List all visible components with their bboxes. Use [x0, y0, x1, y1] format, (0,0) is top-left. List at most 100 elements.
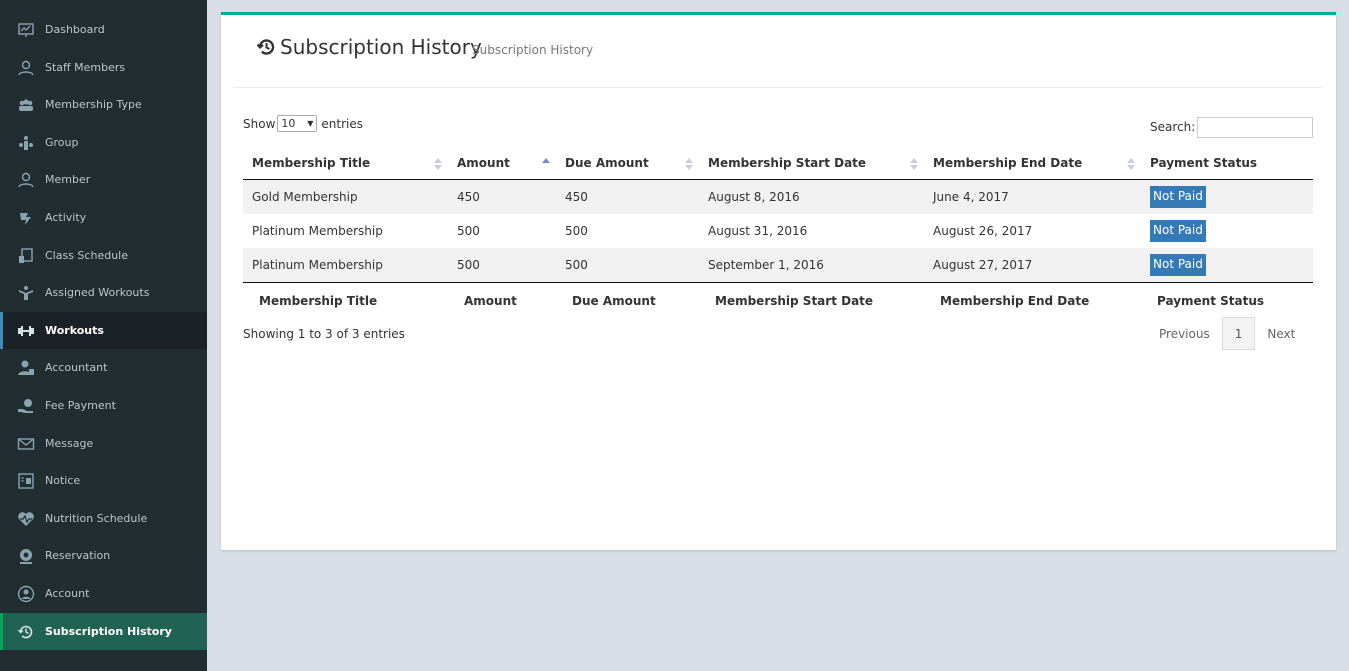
activity-icon — [17, 209, 35, 227]
sidebar-item-subscription-history[interactable]: Subscription History — [0, 613, 207, 650]
sort-icon — [1127, 158, 1135, 170]
cell-start-date: August 31, 2016 — [708, 224, 808, 238]
status-badge: Not Paid — [1150, 220, 1206, 242]
sidebar-item-fee-payment[interactable]: Fee Payment — [0, 387, 207, 424]
assigned-workouts-icon — [17, 284, 35, 302]
cell-end-date: June 4, 2017 — [933, 190, 1009, 204]
sidebar-item-message[interactable]: Message — [0, 425, 207, 462]
sidebar-item-membership-type[interactable]: Membership Type — [0, 86, 207, 123]
page-1-button[interactable]: 1 — [1221, 317, 1256, 350]
sidebar-item-activity[interactable]: Activity — [0, 199, 207, 236]
staff-icon — [17, 59, 35, 77]
column-label: Membership End Date — [933, 156, 1083, 170]
sidebar-item-accountant[interactable]: Accountant — [0, 349, 207, 386]
column-label: Due Amount — [565, 156, 649, 170]
class-schedule-icon — [17, 247, 35, 265]
sidebar-item-workouts[interactable]: Workouts — [0, 312, 207, 349]
entries-label: entries — [321, 116, 363, 131]
entries-control: Show 10 ▼ entries — [243, 115, 363, 132]
sidebar-item-account[interactable]: Account — [0, 575, 207, 612]
column-header-payment-status[interactable]: Payment Status — [1141, 147, 1313, 180]
sidebar-item-label: Notice — [45, 474, 81, 487]
sidebar-item-label: Staff Members — [45, 61, 126, 74]
sidebar-item-staff-members[interactable]: Staff Members — [0, 49, 207, 86]
footer-end-date: Membership End Date — [924, 282, 1141, 318]
column-header-end-date[interactable]: Membership End Date — [924, 147, 1141, 180]
sidebar-item-group[interactable]: Group — [0, 124, 207, 161]
cell-payment-status: Not Paid — [1141, 180, 1313, 215]
sidebar-item-label: Fee Payment — [45, 399, 116, 412]
cell-due-amount: 500 — [565, 224, 588, 238]
notice-icon — [17, 472, 35, 490]
cell-payment-status: Not Paid — [1141, 214, 1313, 248]
sort-icon — [910, 158, 918, 170]
show-label: Show — [243, 116, 276, 131]
column-header-start-date[interactable]: Membership Start Date — [699, 147, 924, 180]
table-row: Platinum Membership 500 500 August 31, 2… — [243, 214, 1313, 248]
sidebar-item-label: Message — [45, 437, 94, 450]
entries-value: 10 — [281, 117, 296, 130]
cell-start-date: August 8, 2016 — [708, 190, 800, 204]
workouts-icon — [17, 322, 35, 340]
footer-due-amount: Due Amount — [556, 282, 699, 318]
entries-select[interactable]: 10 ▼ — [277, 115, 318, 132]
page-title: Subscription History — [280, 35, 482, 59]
status-badge: Not Paid — [1150, 254, 1206, 276]
page-subtitle: Subscription History — [472, 43, 594, 57]
cell-membership-title: Platinum Membership — [252, 224, 383, 238]
cell-membership-title: Platinum Membership — [252, 258, 383, 272]
cell-due-amount: 450 — [565, 190, 588, 204]
sidebar-item-label: Nutrition Schedule — [45, 512, 148, 525]
cell-amount: 450 — [457, 190, 480, 204]
sidebar-item-label: Workouts — [45, 324, 104, 337]
footer-start-date: Membership Start Date — [699, 282, 924, 318]
sidebar-item-label: Reservation — [45, 549, 111, 562]
status-badge: Not Paid — [1150, 186, 1206, 208]
group-icon — [17, 134, 35, 152]
subscription-history-icon — [17, 623, 35, 641]
dashboard-icon — [17, 21, 35, 39]
column-label: Amount — [457, 156, 510, 170]
sidebar-item-assigned-workouts[interactable]: Assigned Workouts — [0, 274, 207, 311]
sidebar-item-label: Assigned Workouts — [45, 286, 150, 299]
sidebar-item-class-schedule[interactable]: Class Schedule — [0, 237, 207, 274]
column-header-amount[interactable]: Amount — [448, 147, 556, 180]
sidebar-item-label: Accountant — [45, 361, 108, 374]
chevron-down-icon: ▼ — [307, 119, 314, 128]
history-icon — [255, 36, 277, 58]
cell-end-date: August 27, 2017 — [933, 258, 1033, 272]
sidebar-item-notice[interactable]: Notice — [0, 462, 207, 499]
search-input[interactable] — [1197, 117, 1313, 138]
sidebar-item-reservation[interactable]: Reservation — [0, 537, 207, 574]
next-button[interactable]: Next — [1255, 317, 1307, 350]
sidebar-item-member[interactable]: Member — [0, 161, 207, 198]
sort-ascending-icon — [542, 158, 550, 163]
sidebar-item-dashboard[interactable]: Dashboard — [0, 11, 207, 48]
membership-icon — [17, 96, 35, 114]
subscription-table: Membership Title Amount Due Amount Membe… — [243, 147, 1313, 318]
table-header-row: Membership Title Amount Due Amount Membe… — [243, 147, 1313, 180]
nutrition-icon — [17, 510, 35, 528]
column-header-due-amount[interactable]: Due Amount — [556, 147, 699, 180]
content-box: Subscription History Subscription Histor… — [221, 12, 1336, 550]
column-header-membership-title[interactable]: Membership Title — [243, 147, 448, 180]
sidebar-item-label: Dashboard — [45, 23, 105, 36]
column-label: Payment Status — [1150, 156, 1258, 170]
footer-payment-status: Payment Status — [1141, 282, 1313, 318]
cell-due-amount: 500 — [565, 258, 588, 272]
fee-payment-icon — [17, 397, 35, 415]
cell-amount: 500 — [457, 258, 480, 272]
previous-button[interactable]: Previous — [1147, 317, 1222, 350]
message-icon — [17, 435, 35, 453]
cell-end-date: August 26, 2017 — [933, 224, 1033, 238]
sidebar-item-nutrition-schedule[interactable]: Nutrition Schedule — [0, 500, 207, 537]
sidebar-item-label: Group — [45, 136, 79, 149]
column-label: Membership Start Date — [708, 156, 867, 170]
sidebar-item-label: Account — [45, 587, 90, 600]
sort-icon — [685, 158, 693, 170]
member-icon — [17, 171, 35, 189]
table-row: Platinum Membership 500 500 September 1,… — [243, 248, 1313, 283]
footer-membership-title: Membership Title — [243, 282, 448, 318]
account-icon — [17, 585, 35, 603]
cell-start-date: September 1, 2016 — [708, 258, 824, 272]
